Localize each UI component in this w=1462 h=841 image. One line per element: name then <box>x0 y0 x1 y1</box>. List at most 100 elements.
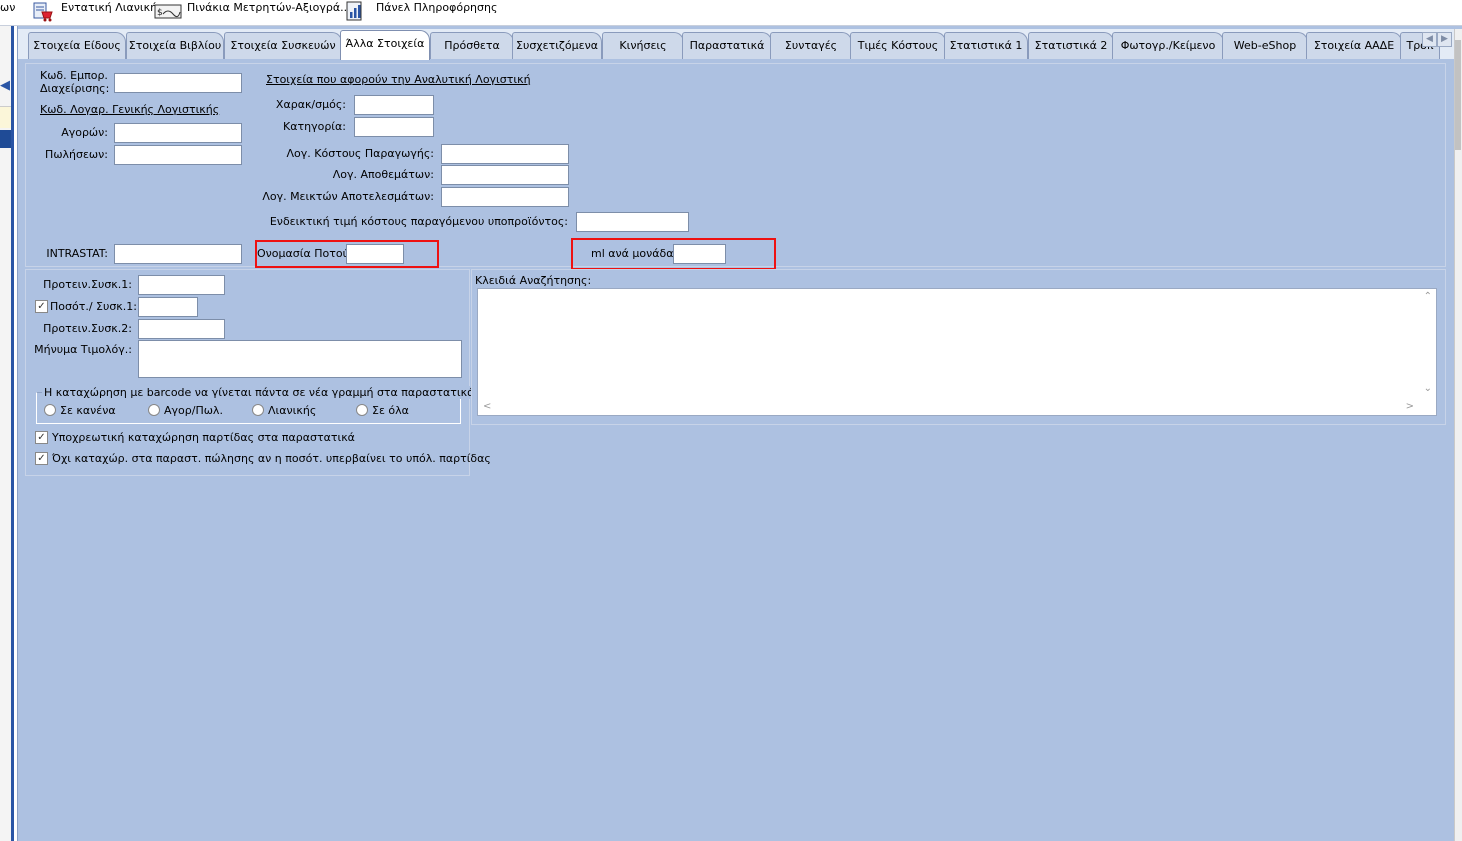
analytic-accounting-link[interactable]: Στοιχεία που αφορούν την Αναλυτική Λογισ… <box>266 73 531 86</box>
tab-scroll-left-icon[interactable]: ◀ <box>1422 32 1437 47</box>
character-input[interactable] <box>354 95 434 115</box>
toolbar-label-cheques: Πινάκια Μετρητών-Αξιογρά... <box>187 1 351 14</box>
inventory-input[interactable] <box>441 165 569 185</box>
pkg2-label: Προτειν.Συσκ.2: <box>43 322 132 335</box>
general-ledger-link[interactable]: Κωδ. Λογαρ. Γενικής Λογιστικής <box>40 103 219 116</box>
scroll-left-icon[interactable]: < <box>483 401 491 412</box>
tab-photo-text[interactable]: Φωτογρ./Κείμενο <box>1112 32 1224 59</box>
kod-empor-label-line1: Κωδ. Εμπορ. <box>40 69 108 82</box>
tab-movements[interactable]: Κινήσεις <box>602 32 684 59</box>
strip-highlight-row <box>0 106 11 128</box>
search-keys-textarea[interactable]: ⌃ ⌄ < > <box>477 288 1437 416</box>
retail-cart-icon <box>33 2 53 22</box>
tab-statistics-2[interactable]: Στατιστικά 2 <box>1028 32 1114 59</box>
svg-text:$: $ <box>157 8 163 18</box>
toolbar-label-retail: Εντατική Λιανική <box>61 1 158 14</box>
toolbar-button-cheques[interactable]: $ Πινάκια Μετρητών-Αξιογρά... <box>153 0 351 24</box>
radio-barcode-all[interactable] <box>356 404 368 416</box>
purchases-label: Αγορών: <box>61 126 108 139</box>
radio-barcode-retail[interactable] <box>252 404 264 416</box>
tab-label: Στατιστικά 2 <box>1034 39 1108 52</box>
tab-label: Κινήσεις <box>619 39 667 52</box>
tab-item-details[interactable]: Στοιχεία Είδους <box>28 32 126 59</box>
scroll-up-icon[interactable]: ⌃ <box>1424 291 1432 302</box>
category-input[interactable] <box>354 117 434 137</box>
tab-cost-prices[interactable]: Τιμές Κόστους <box>850 32 946 59</box>
tab-scroll-right-icon[interactable]: ▶ <box>1437 32 1452 47</box>
tab-label: Συσχετιζόμενα <box>516 39 598 52</box>
radio-label-purchase-sale: Αγορ/Πωλ. <box>164 404 223 417</box>
sales-label: Πωλήσεων: <box>45 148 108 161</box>
character-label-text: Χαρακ/σμός: <box>275 98 346 111</box>
mixed-results-label: Λογ. Μεικτών Αποτελεσμάτων: <box>262 190 434 203</box>
search-keys-label: Κλειδιά Αναζήτησης: <box>475 274 592 287</box>
qty-pkg1-checkbox[interactable]: ✓ <box>35 300 48 313</box>
tab-device-details[interactable]: Στοιχεία Συσκευών <box>224 32 342 59</box>
sales-input[interactable] <box>114 145 242 165</box>
ml-per-unit-label: ml ανά μονάδα: <box>591 247 678 260</box>
radio-label-all: Σε όλα <box>372 404 409 417</box>
invoice-message-label: Μήνυμα Τιμολόγ.: <box>34 343 132 356</box>
pkg1-input[interactable] <box>138 275 225 295</box>
kod-empor-input[interactable] <box>114 73 242 93</box>
inventory-label: Λογ. Αποθεμάτων: <box>332 168 434 181</box>
tab-label: Στοιχεία Είδους <box>33 39 121 52</box>
pkg2-input[interactable] <box>138 319 225 339</box>
indicative-cost-input[interactable] <box>576 212 689 232</box>
intrastat-input[interactable] <box>114 244 242 264</box>
qty-pkg1-label: Ποσότ./ Συσκ.1: <box>50 300 137 313</box>
tab-additional[interactable]: Πρόσθετα <box>430 32 514 59</box>
pkg1-label: Προτειν.Συσκ.1: <box>43 278 132 291</box>
tab-other-details[interactable]: Άλλα Στοιχεία <box>340 30 430 60</box>
top-toolbar: ων Εντατική Λιανική $ Πινάκια Μετρητών-Α… <box>0 0 1462 26</box>
qty-pkg1-input[interactable] <box>138 297 198 317</box>
tab-label: Συνταγές <box>784 39 838 52</box>
prod-cost-input[interactable] <box>441 144 569 164</box>
scroll-right-icon[interactable]: > <box>1406 401 1414 412</box>
tab-label: Τιμές Κόστους <box>857 39 939 52</box>
purchases-input[interactable] <box>114 123 242 143</box>
cheque-icon: $ <box>154 4 182 19</box>
radio-barcode-none[interactable] <box>44 404 56 416</box>
tab-label: Πρόσθετα <box>444 39 500 52</box>
no-entry-label: Όχι καταχώρ. στα παραστ. πώλησης αν η πο… <box>52 452 491 465</box>
strip-selected-row[interactable] <box>0 130 11 148</box>
mixed-results-input[interactable] <box>441 187 569 207</box>
drink-name-input[interactable] <box>346 244 404 264</box>
no-entry-checkbox[interactable]: ✓ <box>35 452 48 465</box>
ml-per-unit-input[interactable] <box>673 244 726 264</box>
tab-label: Στοιχεία Συσκευών <box>230 39 336 52</box>
toolbar-button-retail[interactable]: Εντατική Λιανική <box>32 0 157 24</box>
drink-name-label: Ονομασία Ποτού: <box>257 247 353 260</box>
scrollbar-thumb[interactable] <box>1455 40 1461 150</box>
prod-cost-label: Λογ. Κόστους Παραγωγής: <box>286 147 434 160</box>
toolbar-label-info-panel: Πάνελ Πληροφόρησης <box>376 1 498 14</box>
barcode-group-title: Η καταχώρηση με barcode να γίνεται πάντα… <box>42 386 477 399</box>
invoice-message-textarea[interactable] <box>138 340 462 378</box>
toolbar-cut-text: ων <box>0 1 16 14</box>
tab-label: Στατιστικά 1 <box>949 39 1023 52</box>
vertical-scrollbar[interactable] <box>1454 29 1462 841</box>
info-panel-icon <box>346 1 362 21</box>
tab-label: Στοιχεία Βιβλίου <box>128 39 222 52</box>
tab-recipes[interactable]: Συνταγές <box>770 32 852 59</box>
category-label: Κατηγορία: <box>283 120 346 133</box>
mandatory-lot-checkbox[interactable]: ✓ <box>35 431 48 444</box>
tab-label: Άλλα Στοιχεία <box>345 37 425 50</box>
radio-label-none: Σε κανένα <box>60 404 116 417</box>
arrow-left-icon[interactable]: ◀ <box>0 78 10 93</box>
tab-documents[interactable]: Παραστατικά <box>682 32 772 59</box>
mandatory-lot-label: Υποχρεωτική καταχώρηση παρτίδας στα παρα… <box>52 431 355 444</box>
scroll-down-icon[interactable]: ⌄ <box>1424 383 1432 394</box>
tab-strip: Στοιχεία Είδους Στοιχεία Βιβλίου Στοιχεί… <box>18 29 1454 60</box>
tab-book-details[interactable]: Στοιχεία Βιβλίου <box>126 32 224 59</box>
toolbar-button-info-panel[interactable]: Πάνελ Πληροφόρησης <box>345 0 497 24</box>
tab-statistics-1[interactable]: Στατιστικά 1 <box>944 32 1028 59</box>
radio-label-retail: Λιανικής <box>268 404 317 417</box>
tab-label: Παραστατικά <box>689 39 765 52</box>
tab-web-eshop[interactable]: Web-eShop <box>1222 32 1308 59</box>
tab-label: Web-eShop <box>1233 39 1297 52</box>
tab-related[interactable]: Συσχετιζόμενα <box>512 32 602 59</box>
tab-aade-details[interactable]: Στοιχεία ΑΑΔΕ <box>1306 32 1402 59</box>
radio-barcode-purchase-sale[interactable] <box>148 404 160 416</box>
